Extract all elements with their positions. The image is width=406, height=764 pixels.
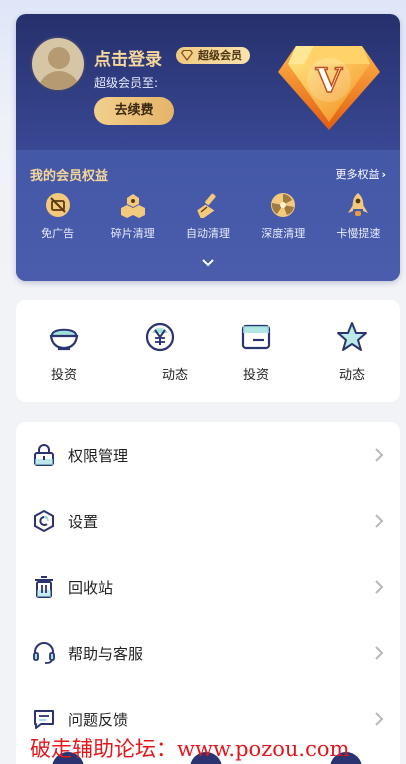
headset-icon xyxy=(33,642,55,664)
vip-badge-label: 超级会员 xyxy=(198,49,242,62)
trash-icon xyxy=(35,576,53,598)
menu-item-label: 权限管理 xyxy=(68,447,129,465)
chevron-right-icon xyxy=(375,580,384,594)
rights-title: 我的会员权益 xyxy=(30,169,109,184)
right-item-speedup[interactable]: 卡慢提速 xyxy=(321,192,396,241)
auto-clean-icon xyxy=(197,193,216,218)
bowl-icon xyxy=(49,328,79,351)
card-icon xyxy=(241,324,271,350)
login-title[interactable]: 点击登录 xyxy=(94,45,162,70)
more-rights-link[interactable]: 更多权益 › xyxy=(335,166,386,182)
menu-item-settings[interactable]: 设置 xyxy=(16,488,400,554)
right-item-fragment-clean[interactable]: 碎片清理 xyxy=(95,192,170,241)
menu-item-label: 帮助与客服 xyxy=(68,645,144,663)
settings-icon xyxy=(34,509,54,533)
quick-action-label: 投资 xyxy=(50,368,77,383)
chevron-right-icon: › xyxy=(381,168,386,181)
chevron-right-icon xyxy=(375,646,384,660)
menu-item-recycle-bin[interactable]: 回收站 xyxy=(16,554,400,620)
more-rights-label: 更多权益 xyxy=(335,168,380,181)
member-header: 点击登录 超级会员 超级会员至: 去续费 V xyxy=(16,14,400,150)
renew-button[interactable]: 去续费 xyxy=(94,97,174,125)
chevron-right-icon xyxy=(375,448,384,462)
quick-action-label: 投资 xyxy=(242,368,269,383)
member-card: 点击登录 超级会员 超级会员至: 去续费 V 我的会员权益 更多权益 › 免广告… xyxy=(16,14,400,281)
quick-action-label: 动态 xyxy=(161,368,188,383)
right-item-deep-clean[interactable]: 深度清理 xyxy=(246,192,321,241)
right-item-no-ads[interactable]: 免广告 xyxy=(20,192,95,241)
star-icon xyxy=(337,322,367,351)
feedback-icon xyxy=(34,710,54,729)
menu-item-label: 问题反馈 xyxy=(68,711,129,729)
quick-action-label: 动态 xyxy=(338,368,365,383)
member-rights: 我的会员权益 更多权益 › 免广告 碎片清理 自动清理 深度清理 卡慢提速 xyxy=(16,150,400,281)
vip-diamond-icon: V xyxy=(278,46,380,130)
right-item-label: 深度清理 xyxy=(261,227,306,240)
menu-item-permissions[interactable]: 权限管理 xyxy=(16,422,400,488)
chevron-right-icon xyxy=(375,514,384,528)
no-ads-icon xyxy=(45,193,70,217)
quick-action-dynamic-2[interactable]: 动态 xyxy=(317,320,387,383)
lock-icon xyxy=(34,444,54,466)
menu-item-label: 设置 xyxy=(68,513,99,531)
yen-coin-icon xyxy=(145,322,175,352)
rocket-icon xyxy=(348,193,369,216)
quick-action-invest-2[interactable]: 投资 xyxy=(221,320,291,383)
deep-clean-icon xyxy=(271,193,296,217)
fragment-clean-icon xyxy=(120,194,145,218)
expire-label: 超级会员至: xyxy=(94,76,159,90)
menu-item-label: 回收站 xyxy=(68,579,114,597)
chevron-down-icon[interactable] xyxy=(200,258,216,268)
diamond-icon xyxy=(181,50,193,61)
avatar[interactable] xyxy=(30,36,86,92)
settings-menu: 权限管理 设置 回收站 帮助与客服 问题反馈 xyxy=(16,422,400,764)
right-item-label: 碎片清理 xyxy=(110,227,155,240)
gem-letter: V xyxy=(315,61,343,101)
quick-actions-panel: 投资 动态 投资 动态 xyxy=(16,300,400,402)
menu-item-help[interactable]: 帮助与客服 xyxy=(16,620,400,686)
right-item-label: 卡慢提速 xyxy=(336,227,381,240)
vip-badge: 超级会员 xyxy=(176,47,250,64)
chevron-right-icon xyxy=(375,712,384,726)
quick-action-invest[interactable]: 投资 xyxy=(29,320,99,383)
quick-action-dynamic[interactable]: 动态 xyxy=(125,320,195,383)
watermark-text: 破走辅助论坛：www.pozou.com xyxy=(30,737,350,761)
right-item-label: 自动清理 xyxy=(186,227,230,240)
right-item-auto-clean[interactable]: 自动清理 xyxy=(170,192,245,241)
rights-row: 免广告 碎片清理 自动清理 深度清理 卡慢提速 xyxy=(16,192,400,241)
right-item-label: 免广告 xyxy=(41,227,75,240)
